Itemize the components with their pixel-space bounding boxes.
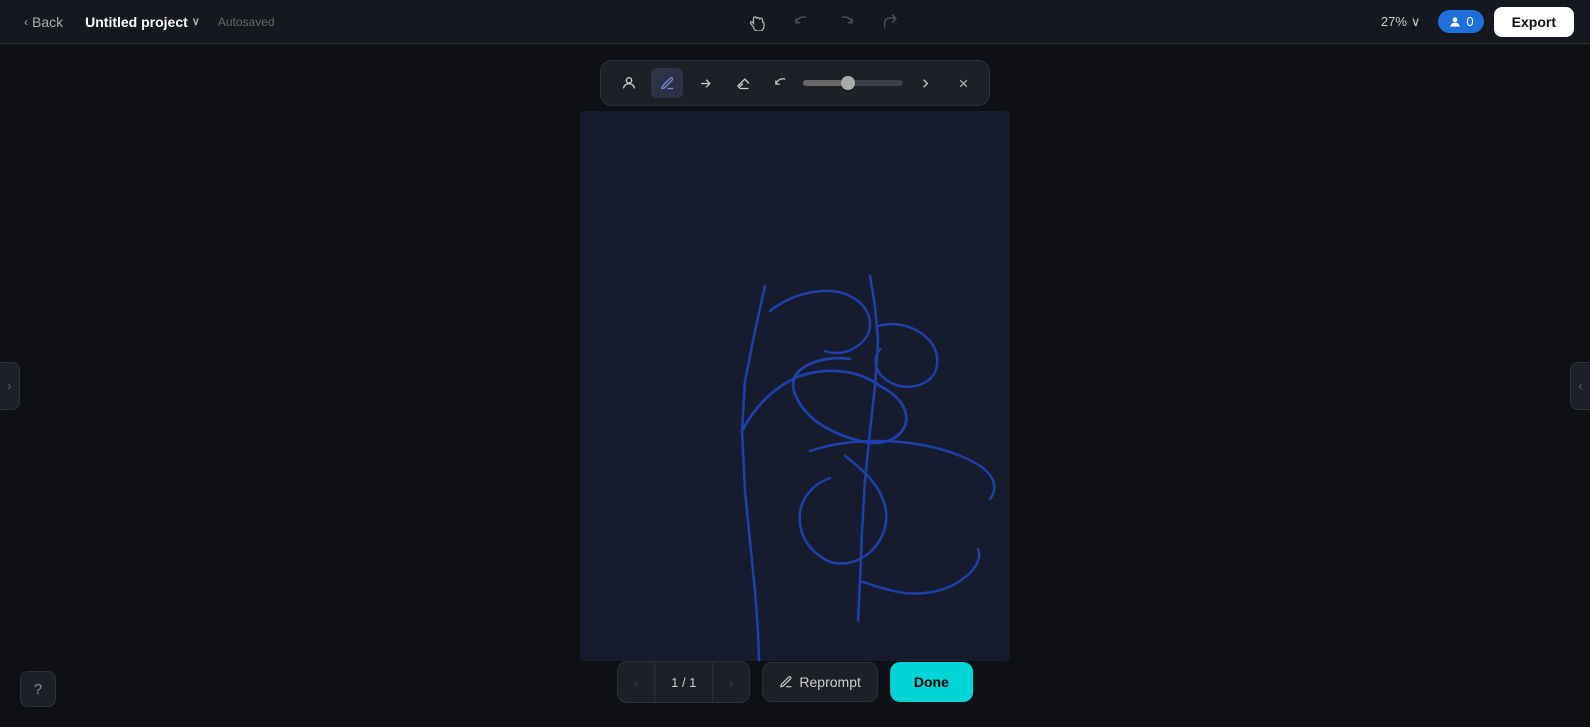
- undo-button[interactable]: [786, 6, 818, 38]
- project-title-text: Untitled project: [85, 14, 188, 30]
- stroke-width-slider-container: [803, 80, 903, 86]
- undo-icon: [794, 14, 810, 30]
- redo2-icon: [882, 14, 898, 30]
- reprompt-label: Reprompt: [799, 674, 860, 690]
- redo2-button[interactable]: [874, 6, 906, 38]
- topbar-center: [275, 6, 1373, 38]
- help-icon: ?: [34, 681, 42, 698]
- right-chevron-icon: ‹: [1579, 379, 1583, 393]
- eraser-tool-button[interactable]: [727, 68, 759, 98]
- export-button[interactable]: Export: [1494, 7, 1574, 37]
- annotation-toolbar: [600, 60, 990, 106]
- pen-icon: [660, 76, 675, 91]
- annotate-undo-button[interactable]: [765, 68, 797, 98]
- help-button[interactable]: ?: [20, 671, 56, 707]
- pan-icon: [749, 13, 767, 31]
- stroke-slider-thumb: [841, 76, 855, 90]
- topbar-right: 27% ∨ 0 Export: [1373, 7, 1574, 37]
- next-page-icon: ›: [729, 675, 733, 690]
- stroke-color-button[interactable]: [909, 68, 941, 98]
- users-badge[interactable]: 0: [1438, 10, 1483, 33]
- close-icon: [957, 77, 970, 90]
- zoom-dropdown-icon: ∨: [1411, 14, 1421, 30]
- title-dropdown-icon: ∨: [192, 15, 200, 28]
- arrow-tool-button[interactable]: [689, 68, 721, 98]
- redo-icon: [838, 14, 854, 30]
- color-arrow-icon: [918, 76, 933, 91]
- users-count: 0: [1466, 14, 1473, 29]
- zoom-value: 27%: [1381, 14, 1407, 29]
- reprompt-icon: [779, 675, 793, 689]
- person-icon: [621, 75, 637, 91]
- bottom-bar: ‹ 1 / 1 › Reprompt Done: [617, 661, 973, 703]
- signature-svg: [580, 111, 1010, 661]
- page-navigation: ‹ 1 / 1 ›: [617, 661, 750, 703]
- eraser-icon: [736, 76, 751, 91]
- redo-button[interactable]: [830, 6, 862, 38]
- right-panel-toggle[interactable]: ‹: [1570, 362, 1590, 410]
- project-title-button[interactable]: Untitled project ∨: [79, 10, 206, 34]
- stroke-slider-fill: [803, 80, 843, 86]
- next-page-button[interactable]: ›: [713, 662, 749, 702]
- add-signer-button[interactable]: [613, 68, 645, 98]
- topbar: ‹ Back Untitled project ∨ Autosaved: [0, 0, 1590, 44]
- back-button[interactable]: ‹ Back: [16, 10, 71, 34]
- back-chevron-icon: ‹: [24, 15, 28, 29]
- document-canvas[interactable]: [580, 111, 1010, 661]
- back-label: Back: [32, 14, 63, 30]
- topbar-left: ‹ Back Untitled project ∨ Autosaved: [16, 10, 275, 34]
- done-button[interactable]: Done: [890, 662, 973, 702]
- pen-tool-button[interactable]: [651, 68, 683, 98]
- autosaved-status: Autosaved: [218, 15, 275, 29]
- close-toolbar-button[interactable]: [949, 69, 977, 97]
- users-icon: [1448, 15, 1462, 29]
- canvas-area: ›: [0, 44, 1590, 727]
- prev-page-button[interactable]: ‹: [618, 662, 654, 702]
- left-panel-toggle[interactable]: ›: [0, 362, 20, 410]
- zoom-selector[interactable]: 27% ∨: [1373, 10, 1429, 34]
- pan-tool-button[interactable]: [742, 6, 774, 38]
- arrow-icon: [698, 76, 713, 91]
- prev-page-icon: ‹: [634, 675, 638, 690]
- left-chevron-icon: ›: [8, 379, 12, 393]
- undo-small-icon: [774, 76, 789, 91]
- page-indicator: 1 / 1: [654, 662, 713, 702]
- reprompt-button[interactable]: Reprompt: [762, 662, 877, 702]
- stroke-width-slider[interactable]: [803, 80, 903, 86]
